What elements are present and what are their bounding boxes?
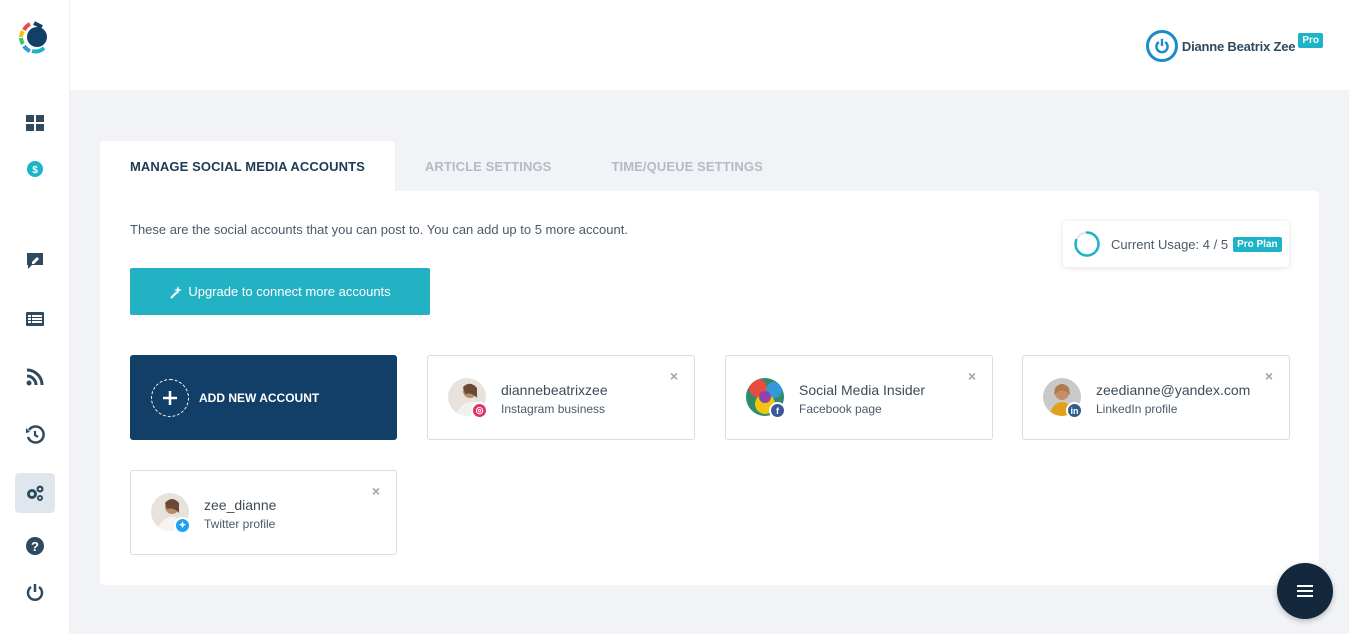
rss-icon	[26, 368, 44, 386]
account-card-linkedin: in zeedianne@yandex.com LinkedIn profile…	[1022, 355, 1290, 440]
nav-history[interactable]	[15, 415, 55, 455]
account-avatar: ✦	[151, 493, 191, 534]
usage-progress-ring	[1074, 231, 1100, 257]
instagram-icon: ◎	[471, 402, 488, 419]
upgrade-button-label: Upgrade to connect more accounts	[188, 284, 391, 299]
account-name: zee_dianne	[204, 497, 277, 513]
nav-dashboard[interactable]	[15, 103, 55, 143]
account-avatar: in	[1043, 378, 1083, 419]
account-avatar: f	[746, 378, 786, 419]
nav-feeds[interactable]	[15, 357, 55, 397]
svg-text:$: $	[32, 165, 38, 176]
nav-articles[interactable]	[15, 299, 55, 339]
power-icon	[26, 584, 44, 601]
plan-badge: Pro Plan	[1233, 236, 1282, 252]
accounts-panel: These are the social accounts that you c…	[100, 191, 1319, 585]
account-card-twitter: ✦ zee_dianne Twitter profile ×	[130, 470, 397, 555]
add-new-account-button[interactable]: ADD NEW ACCOUNT	[130, 355, 397, 440]
app-logo[interactable]	[18, 20, 52, 54]
add-new-account-label: ADD NEW ACCOUNT	[199, 390, 320, 405]
top-header: Dianne Beatrix Zee Pro	[70, 0, 1349, 90]
account-type: Facebook page	[799, 402, 882, 416]
compose-message-icon	[27, 253, 43, 269]
account-type: Twitter profile	[204, 517, 276, 531]
settings-tabs: MANAGE SOCIAL MEDIA ACCOUNTS ARTICLE SET…	[100, 141, 793, 191]
menu-icon	[1297, 585, 1313, 597]
nav-billing[interactable]: $	[15, 149, 55, 189]
upgrade-button[interactable]: Upgrade to connect more accounts	[130, 268, 430, 315]
account-name: diannebeatrixzee	[501, 382, 608, 398]
help-icon: ?	[26, 537, 44, 555]
svg-text:?: ?	[31, 539, 39, 554]
account-card-instagram: ◎ diannebeatrixzee Instagram business ×	[427, 355, 695, 440]
twitter-icon: ✦	[174, 517, 191, 534]
account-card-facebook: f Social Media Insider Facebook page ×	[725, 355, 993, 440]
list-icon	[26, 312, 44, 326]
gears-icon	[27, 485, 44, 501]
usage-widget: Current Usage: 4 / 5 Pro Plan	[1063, 221, 1289, 267]
usage-text: Current Usage: 4 / 5	[1111, 236, 1229, 252]
add-ring	[151, 378, 189, 417]
remove-account-close-icon[interactable]: ×	[968, 368, 976, 384]
tab-manage-social-accounts[interactable]: MANAGE SOCIAL MEDIA ACCOUNTS	[100, 141, 395, 191]
sidebar: $ ?	[0, 0, 70, 634]
history-icon	[26, 425, 45, 444]
user-avatar[interactable]	[1145, 30, 1178, 62]
dollar-badge-icon: $	[27, 161, 43, 177]
account-avatar: ◎	[448, 378, 488, 419]
nav-logout[interactable]	[15, 572, 55, 612]
intro-text: These are the social accounts that you c…	[130, 222, 628, 237]
user-menu[interactable]: Dianne Beatrix Zee Pro	[1145, 30, 1323, 62]
account-name: Social Media Insider	[799, 382, 926, 398]
power-icon	[1155, 38, 1169, 54]
dashboard-grid-icon	[26, 115, 44, 131]
remove-account-close-icon[interactable]: ×	[372, 483, 380, 499]
nav-help[interactable]: ?	[15, 526, 55, 566]
user-name: Dianne Beatrix Zee	[1181, 38, 1296, 54]
remove-account-close-icon[interactable]: ×	[1265, 368, 1273, 384]
linkedin-icon: in	[1066, 402, 1083, 419]
tab-time-queue-settings[interactable]: TIME/QUEUE SETTINGS	[581, 141, 792, 191]
facebook-icon: f	[769, 402, 786, 419]
plus-icon	[163, 390, 177, 405]
account-type: LinkedIn profile	[1096, 402, 1178, 416]
account-type: Instagram business	[501, 402, 606, 416]
pro-badge: Pro	[1298, 32, 1323, 48]
nav-compose[interactable]	[15, 241, 55, 281]
tab-article-settings[interactable]: ARTICLE SETTINGS	[395, 141, 582, 191]
floating-menu-button[interactable]	[1277, 563, 1333, 619]
sparkle-icon	[170, 285, 183, 299]
account-name: zeedianne@yandex.com	[1096, 382, 1251, 398]
nav-settings[interactable]	[15, 473, 55, 513]
remove-account-close-icon[interactable]: ×	[670, 368, 678, 384]
